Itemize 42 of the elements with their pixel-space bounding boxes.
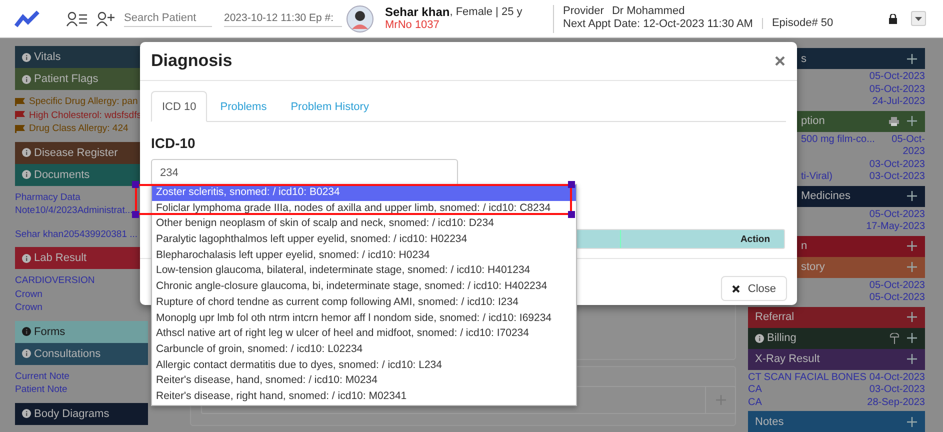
episode-number: Episode# 50	[762, 18, 834, 28]
section-title: Documents	[34, 168, 90, 180]
section-title: Consultations	[34, 348, 101, 360]
section-title: Forms	[34, 326, 66, 338]
section-title: Lab Result	[34, 252, 87, 264]
record-date: 05-Oct-2023	[868, 280, 925, 292]
section-title: Medicines	[801, 190, 851, 202]
record-date: 05-Oct-2023	[868, 71, 925, 84]
section-title: X-Ray Result	[755, 353, 820, 365]
record-number: MrNo 1037	[385, 18, 440, 32]
section-title: Disease Register	[34, 146, 118, 158]
section-title: Referral	[755, 311, 794, 323]
record-date: 05-Oct-2023	[868, 84, 925, 96]
record-date: 05-Oct-2023	[868, 208, 925, 221]
record-date: 28-Sep-2023	[866, 396, 925, 409]
section-title: Vitals	[34, 51, 61, 63]
dialog-title: Diagnosis	[151, 51, 232, 71]
record-date: 03-Oct-2023	[868, 384, 925, 396]
flag-text: Drug Class Allergy: 424	[29, 123, 128, 134]
section-title: ption	[801, 115, 825, 127]
record-date: 05-Oct-2023	[868, 292, 925, 304]
section-heading: ICD-10	[151, 135, 196, 151]
patient-details: , Female | 25 y	[450, 6, 522, 18]
section-title: Notes	[755, 416, 784, 428]
record-date: 03-Oct-2023	[868, 171, 925, 184]
provider-label: Provider	[563, 4, 604, 18]
record-date: 05-Oct-2023	[890, 134, 925, 158]
section-title: Billing	[767, 332, 796, 344]
provider-name: Dr Mohammed	[612, 4, 685, 18]
appointment-date: Next Appt Date: 12-Oct-2023 11:30 AM	[563, 18, 753, 32]
section-title: Patient Flags	[34, 73, 98, 85]
section-title: s	[801, 52, 806, 64]
section-title: story	[801, 261, 825, 273]
patient-name: Sehar khan	[385, 6, 450, 18]
flag-text: Specific Drug Allergy: pan	[29, 96, 138, 108]
flag-text: High Cholesterol: wdsfsdfs	[29, 110, 142, 121]
record-date: 04-Oct-2023	[868, 372, 925, 384]
record-date: 17-May-2023	[865, 221, 925, 234]
record-date: 03-Oct-2023	[868, 158, 925, 171]
section-title: Body Diagrams	[34, 408, 110, 420]
section-title: n	[801, 240, 808, 252]
record-date: 24-Jul-2023	[871, 96, 925, 108]
